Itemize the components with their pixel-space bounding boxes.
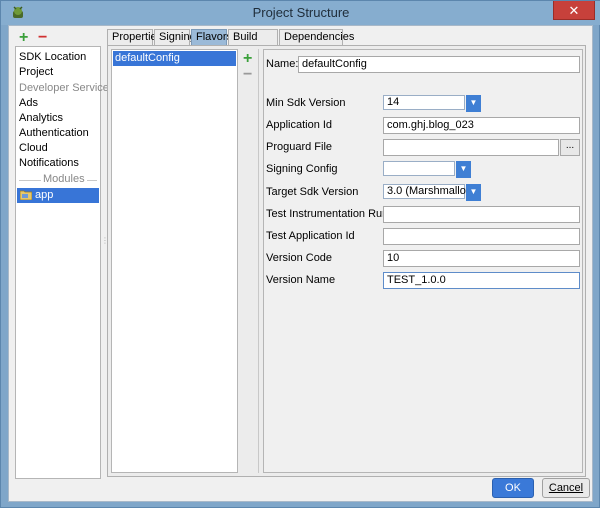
close-icon: ✕: [568, 3, 580, 18]
version-code-label: Version Code: [266, 252, 333, 264]
splitter-handle[interactable]: ⋮: [101, 236, 109, 246]
test-runner-field[interactable]: [383, 206, 580, 223]
signing-config-value: [383, 161, 455, 176]
window-close-button[interactable]: ✕: [553, 1, 595, 20]
remove-module-icon[interactable]: −: [38, 30, 47, 46]
target-sdk-combo[interactable]: 3.0 (Marshmallow) ▼: [383, 184, 481, 201]
signing-config-label: Signing Config: [266, 163, 338, 175]
proguard-file-field[interactable]: [383, 139, 559, 156]
sidebar-item-app-label: app: [35, 189, 54, 201]
remove-flavor-icon[interactable]: −: [243, 67, 252, 83]
title-bar: Project Structure ✕: [1, 1, 600, 25]
sidebar-item-sdk-location[interactable]: SDK Location: [19, 50, 86, 65]
project-structure-window: Project Structure ✕ + − SDK Location Pro…: [0, 0, 600, 508]
cancel-button[interactable]: Cancel: [542, 478, 590, 498]
add-flavor-icon[interactable]: +: [243, 51, 252, 67]
browse-button[interactable]: ...: [560, 139, 580, 156]
sidebar-item-cloud[interactable]: Cloud: [19, 141, 48, 156]
sidebar-header-modules: Modules: [41, 173, 87, 185]
chevron-down-icon: ▼: [456, 161, 471, 178]
tab-signing[interactable]: Signing: [154, 29, 196, 45]
window-title: Project Structure: [252, 5, 350, 20]
flavors-panel: defaultConfig + − Name: defaultConfig Mi…: [107, 45, 586, 477]
proguard-file-label: Proguard File: [266, 141, 333, 153]
version-code-field[interactable]: 10: [383, 250, 580, 267]
tab-properties[interactable]: Properties: [107, 29, 162, 45]
min-sdk-label: Min Sdk Version: [266, 97, 346, 109]
application-id-label: Application Id: [266, 119, 333, 131]
flavor-item-defaultconfig[interactable]: defaultConfig: [113, 51, 236, 66]
folder-icon: [20, 190, 32, 200]
ok-button[interactable]: OK: [492, 478, 534, 498]
target-sdk-label: Target Sdk Version: [266, 186, 359, 198]
chevron-down-icon: ▼: [466, 184, 481, 201]
application-id-field[interactable]: com.ghj.blog_023: [383, 117, 580, 134]
sidebar-item-app[interactable]: app: [17, 188, 99, 203]
sidebar-item-authentication[interactable]: Authentication: [19, 126, 89, 141]
add-module-icon[interactable]: +: [19, 30, 28, 46]
version-name-field[interactable]: TEST_1.0.0: [383, 272, 580, 289]
tab-dependencies[interactable]: Dependencies: [279, 29, 354, 45]
dialog-client: + − SDK Location Project Developer Servi…: [8, 25, 593, 502]
tab-build-types[interactable]: Build Types: [228, 29, 278, 57]
name-field[interactable]: defaultConfig: [298, 56, 580, 73]
chevron-down-icon: ▼: [466, 95, 481, 112]
tab-flavors[interactable]: Flavors: [191, 29, 232, 45]
target-sdk-value: 3.0 (Marshmallow): [383, 184, 477, 199]
min-sdk-combo[interactable]: 14 ▼: [383, 95, 481, 112]
sidebar: SDK Location Project Developer Services …: [15, 46, 114, 479]
sidebar-header-developer-services: Developer Services: [19, 82, 115, 94]
sidebar-item-project[interactable]: Project: [19, 65, 53, 80]
signing-config-combo[interactable]: ▼: [383, 161, 471, 178]
sidebar-item-analytics[interactable]: Analytics: [19, 111, 63, 126]
flavor-list: defaultConfig: [111, 49, 238, 473]
min-sdk-value: 14: [383, 95, 465, 110]
name-label: Name:: [266, 58, 299, 70]
test-app-id-field[interactable]: [383, 228, 580, 245]
flavor-list-toolbar: + −: [239, 49, 259, 473]
cancel-button-label: Cancel: [548, 482, 584, 494]
sidebar-item-ads[interactable]: Ads: [19, 96, 38, 111]
flavor-form: Name: defaultConfig Min Sdk Version 14 ▼…: [263, 49, 583, 473]
sidebar-item-notifications[interactable]: Notifications: [19, 156, 79, 171]
version-name-label: Version Name: [266, 274, 336, 286]
test-app-id-label: Test Application Id: [266, 230, 355, 242]
